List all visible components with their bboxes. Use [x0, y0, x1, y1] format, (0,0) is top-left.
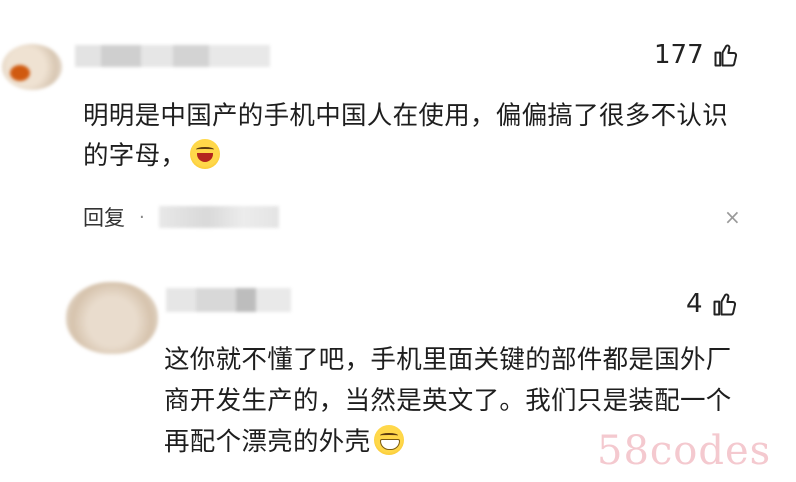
grin-emoji-icon	[374, 425, 405, 455]
like-count: 177	[654, 40, 704, 70]
like-count: 4	[686, 289, 703, 319]
avatar[interactable]	[2, 44, 62, 90]
separator-dot: ·	[139, 206, 145, 228]
laugh-cry-emoji-icon	[190, 139, 221, 169]
like-button[interactable]: 4	[686, 289, 739, 319]
avatar-badge	[10, 65, 30, 81]
timestamp-blurred	[158, 206, 279, 228]
comment-text: 明明是中国产的手机中国人在使用，偏偏搞了很多不认识的字母，	[83, 96, 743, 176]
avatar[interactable]	[66, 282, 158, 354]
username-blurred[interactable]	[166, 288, 291, 312]
thumbs-up-icon	[714, 44, 737, 67]
reply-button[interactable]: 回复	[83, 202, 125, 232]
thumbs-up-icon	[713, 293, 736, 316]
username-blurred[interactable]	[75, 45, 270, 67]
comment-body: 明明是中国产的手机中国人在使用，偏偏搞了很多不认识的字母，	[83, 101, 729, 171]
watermark: 58codes	[597, 428, 772, 474]
close-icon[interactable]: ×	[724, 205, 741, 229]
like-button[interactable]: 177	[654, 40, 740, 70]
